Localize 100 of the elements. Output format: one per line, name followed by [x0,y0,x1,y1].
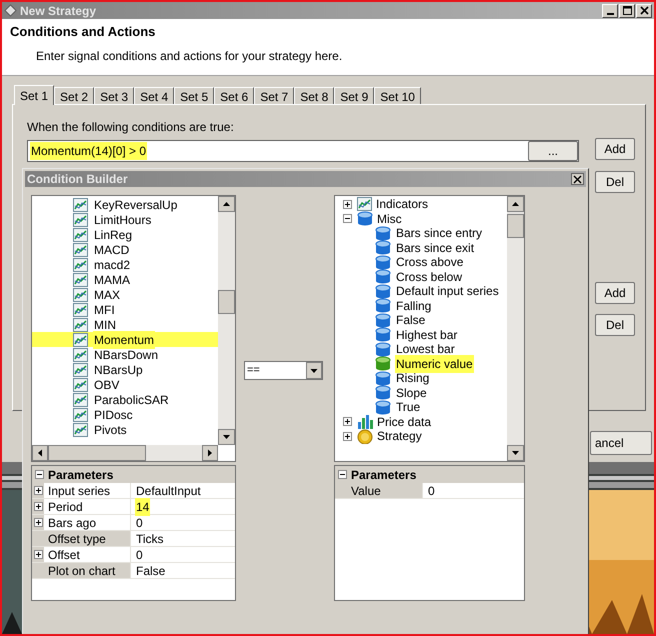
add-button[interactable]: Add [595,282,635,304]
tab[interactable]: Set 7 [254,87,294,104]
property-value[interactable]: 0 [427,482,436,500]
cylinder-icon [375,240,391,256]
expand-icon[interactable] [343,432,352,441]
scrollbar[interactable] [32,445,218,461]
list-item[interactable]: OBV [32,377,218,392]
dialog-title: Condition Builder [27,171,128,188]
tab[interactable]: Set 4 [134,87,174,104]
property-value[interactable]: 14 [135,498,150,516]
list-item[interactable]: Pivots [32,422,218,437]
condition-field[interactable]: Momentum(14)[0] > 0 ... [27,140,579,162]
expand-icon[interactable] [34,518,42,527]
property-value[interactable]: 0 [135,546,144,564]
close-icon [640,6,648,15]
scrollbar-thumb[interactable] [218,290,235,314]
list-item[interactable]: MACD [32,242,218,257]
cylinder-icon [375,254,391,270]
tab[interactable]: Set 8 [294,87,334,104]
close-icon [573,174,582,184]
cylinder-icon [375,356,391,372]
collapse-icon[interactable] [35,470,44,479]
scroll-up-button[interactable] [218,196,235,212]
property-value[interactable]: Ticks [135,530,165,548]
window-title: New Strategy [20,2,96,20]
scroll-down-button[interactable] [218,429,235,445]
chart-icon [73,332,88,346]
scroll-down-button[interactable] [507,445,524,461]
grid-header: Parameters [48,466,114,484]
chart-icon [73,228,88,242]
collapse-icon[interactable] [343,214,352,224]
cylinder-icon [375,370,391,386]
chart-icon [73,272,88,286]
scroll-left-button[interactable] [32,445,48,461]
cylinder-icon [375,284,391,299]
cancel-button[interactable]: ancel [590,431,652,455]
list-item[interactable]: NBarsUp [32,362,218,377]
list-item[interactable]: macd2 [32,257,218,272]
scrollbar[interactable] [507,196,524,461]
cylinder-icon [375,327,391,342]
scrollbar[interactable] [218,196,235,445]
list-item[interactable]: PIDosc [32,407,218,422]
property-name: Offset [44,547,131,562]
list-item[interactable]: MIN [32,317,218,332]
list-item[interactable]: MAX [32,287,218,302]
browse-button[interactable]: ... [528,141,578,161]
list-item[interactable]: LinReg [32,227,218,242]
list-item[interactable]: KeyReversalUp [32,197,218,212]
close-button[interactable] [571,173,584,185]
expand-icon[interactable] [34,502,42,511]
tab[interactable]: Set 2 [54,87,94,104]
cylinder-icon [375,342,391,357]
field-label: When the following conditions are true: [27,119,235,136]
chart-icon [73,318,88,332]
property-value[interactable]: DefaultInput [135,482,202,500]
expand-icon[interactable] [34,550,42,559]
collapse-icon[interactable] [338,470,347,479]
expand-icon[interactable] [343,417,352,426]
list-item[interactable]: MAMA [32,272,218,287]
tree-item[interactable]: Numeric value [395,354,474,373]
chart-icon [73,348,88,362]
operator-dropdown[interactable]: == [244,361,323,380]
chart-icon [73,422,88,436]
expand-icon[interactable] [34,486,42,495]
delete-button[interactable]: Del [595,171,635,193]
cylinder-icon [375,298,391,314]
property-name: Offset type [44,531,131,546]
tab[interactable]: Set 1 [14,85,54,105]
expand-icon[interactable] [343,200,352,209]
scroll-up-button[interactable] [507,196,524,212]
chart-icon [73,198,88,212]
property-value[interactable]: False [135,562,166,580]
delete-button[interactable]: Del [595,314,635,336]
maximize-icon [622,6,632,15]
minimize-button[interactable] [602,4,618,18]
scrollbar-thumb[interactable] [507,214,524,238]
list-item[interactable]: ParabolicSAR [32,392,218,407]
description-text: Enter signal conditions and actions for your strategy here. [36,48,344,64]
tab[interactable]: Set 5 [174,87,214,104]
maximize-button[interactable] [619,4,635,18]
list-item[interactable]: Momentum [32,332,218,347]
list-item[interactable]: LimitHours [32,212,218,227]
tab[interactable]: Set 10 [374,87,421,104]
add-button[interactable]: Add [595,138,635,160]
tab[interactable]: Set 3 [94,87,134,104]
condition-text: Momentum(14)[0] > 0 [30,142,148,160]
chart-icon [73,392,88,406]
tab[interactable]: Set 9 [334,87,374,104]
chart-icon [73,258,88,272]
list-item[interactable]: MFI [32,302,218,317]
tab[interactable]: Set 6 [214,87,254,104]
scroll-right-button[interactable] [202,445,218,461]
list-item[interactable]: NBarsDown [32,347,218,362]
chart-icon [73,288,88,302]
cylinder-icon [375,312,391,328]
chart-icon [73,242,88,256]
property-value[interactable]: 0 [135,514,144,532]
chart-icon [73,362,88,376]
scrollbar-thumb[interactable] [48,445,146,461]
chart-icon [73,378,88,392]
